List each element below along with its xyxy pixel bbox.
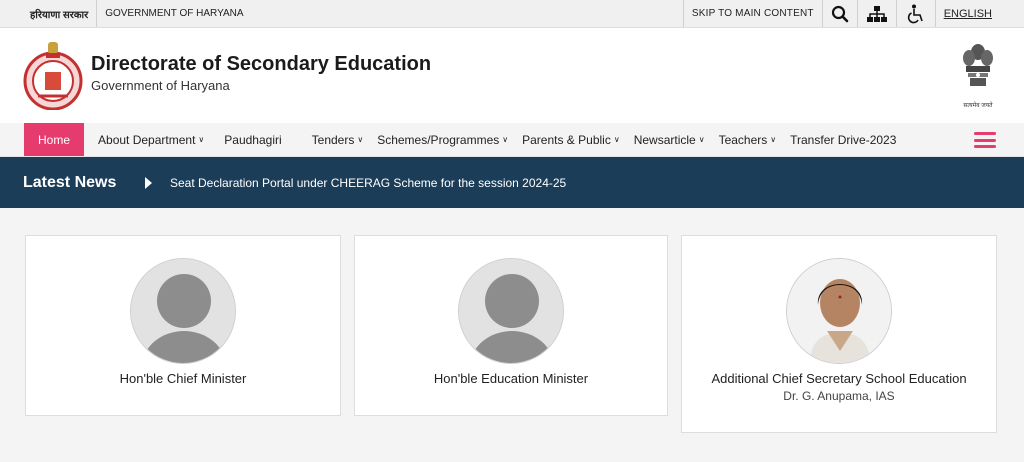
hamburger-icon-bar [974,145,996,148]
card-title: Hon'ble Chief Minister [119,371,247,386]
nav-schemes-programmes[interactable]: Schemes/Programmes ∨ [370,123,515,156]
emblem-caption: सत्यमेव जयते [963,103,993,109]
hamburger-icon-bar [974,132,996,135]
skip-to-main-content-link[interactable]: SKIP TO MAIN CONTENT [682,0,822,27]
top-utility-bar: हरियाणा सरकार GOVERNMENT OF HARYANA SKIP… [0,0,1024,28]
chevron-down-icon: ∨ [698,135,705,144]
avatar [130,258,236,364]
nav-label: About Department [98,132,196,147]
sitemap-button[interactable] [856,0,896,27]
site-subtitle: Government of Haryana [91,78,230,93]
hamburger-icon-bar [974,138,996,142]
government-label: GOVERNMENT OF HARYANA [105,8,244,19]
card-title: Hon'ble Education Minister [433,371,589,386]
avatar [458,258,564,364]
language-switch[interactable]: ENGLISH [934,0,1024,27]
news-headline-link[interactable]: Seat Declaration Portal under CHEERAG Sc… [170,176,566,190]
nav-paudhagiri[interactable]: Paudhagiri [217,123,288,156]
ashoka-emblem-icon [963,44,993,86]
accessibility-button[interactable] [895,0,935,27]
nav-label: Teachers [718,132,768,147]
nav-label: Tenders [311,132,355,147]
latest-news-label: Latest News [23,173,117,191]
leader-card: Additional Chief Secretary School Educat… [681,235,997,433]
nav-about-department[interactable]: About Department ∨ [91,123,211,156]
nav-label: Paudhagiri [224,132,282,147]
nav-tenders[interactable]: Tenders ∨ [305,123,371,156]
chevron-down-icon: ∨ [198,135,205,144]
nav-home[interactable]: Home [24,123,85,156]
nav-label: Schemes/Programmes [377,132,500,147]
leader-card: Hon'ble Chief Minister [25,235,341,416]
nav-parents-public[interactable]: Parents & Public ∨ [515,123,627,156]
search-icon [831,5,849,22]
chevron-down-icon: ∨ [770,135,777,144]
user-placeholder-icon [131,259,235,363]
avatar [786,258,892,364]
leader-card: Hon'ble Education Minister [354,235,668,416]
search-button[interactable] [821,0,857,27]
play-arrow-icon[interactable] [145,176,152,189]
accessibility-icon [907,4,923,23]
nav-label: Parents & Public [522,132,611,147]
site-title[interactable]: Directorate of Secondary Education [91,53,431,76]
site-header: Directorate of Secondary Education Gover… [0,28,1024,123]
leaders-section: Hon'ble Chief Minister Hon'ble Education… [0,208,1024,434]
chevron-down-icon: ∨ [502,135,509,144]
chevron-down-icon: ∨ [357,135,364,144]
haryana-emblem-logo[interactable] [22,36,84,110]
nav-label: Newsarticle [633,132,696,147]
main-navigation: Home About Department ∨ Paudhagiri Tender… [0,123,1024,157]
card-title: Additional Chief Secretary School Educat… [711,371,967,386]
portrait-photo [787,259,891,363]
chevron-down-icon: ∨ [613,135,620,144]
user-placeholder-icon [459,259,563,363]
latest-news-bar: Latest News Seat Declaration Portal unde… [0,157,1024,208]
national-emblem: सत्यमेव जयते [960,42,996,109]
nav-teachers[interactable]: Teachers ∨ [712,123,784,156]
sitemap-icon [866,5,887,22]
nav-transfer-drive[interactable]: Transfer Drive-2023 [783,123,903,156]
menu-toggle-button[interactable] [974,132,996,148]
nav-home-label: Home [38,132,71,147]
nav-label: Transfer Drive-2023 [790,132,897,147]
nav-newsarticle[interactable]: Newsarticle ∨ [627,123,712,156]
haryana-sarkar-label: हरियाणा सरकार [0,0,98,27]
card-subtitle: Dr. G. Anupama, IAS [783,389,895,403]
